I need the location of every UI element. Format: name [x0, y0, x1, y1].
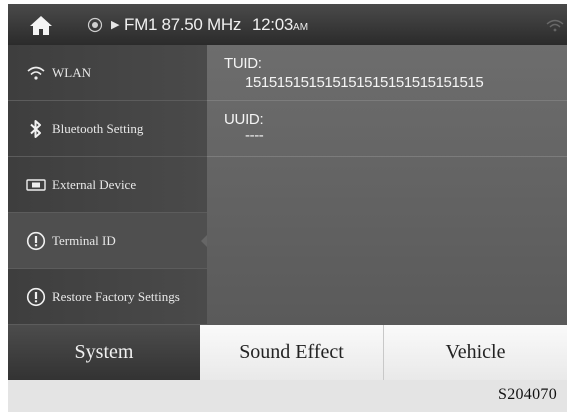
sidebar-item-bluetooth[interactable]: Bluetooth Setting — [8, 101, 207, 157]
radio-icon — [87, 17, 103, 33]
tuid-row: TUID: 151515151515151515151515151515 — [207, 45, 567, 101]
tuid-value: 151515151515151515151515151515 — [245, 74, 484, 91]
clock-time: 12:03 — [252, 15, 294, 34]
home-icon[interactable] — [28, 13, 54, 37]
settings-sidebar: WLAN Bluetooth Setting External Device T… — [8, 45, 208, 325]
signal-icon — [546, 19, 564, 32]
sidebar-item-restore-factory-settings[interactable]: Restore Factory Settings — [8, 269, 207, 325]
status-bar: ▶ FM1 87.50 MHz 12:03AM — [8, 4, 567, 45]
bottom-tab-bar: System Sound Effect Vehicle — [8, 325, 567, 380]
uuid-label: UUID: — [224, 111, 264, 128]
tuid-label: TUID: — [224, 55, 262, 72]
sidebar-item-label: Bluetooth Setting — [52, 120, 144, 136]
terminal-id-panel: TUID: 151515151515151515151515151515 UUI… — [207, 45, 567, 325]
sidebar-item-wlan[interactable]: WLAN — [8, 45, 207, 101]
play-icon: ▶ — [111, 19, 120, 31]
sidebar-item-label: WLAN — [52, 64, 91, 80]
clock: 12:03AM — [252, 15, 308, 35]
sidebar-item-external-device[interactable]: External Device — [8, 157, 207, 213]
info-icon — [24, 230, 48, 252]
uuid-value: ---- — [245, 127, 264, 144]
tab-vehicle[interactable]: Vehicle — [384, 325, 567, 380]
sidebar-item-label: Restore Factory Settings — [52, 288, 180, 304]
bluetooth-icon — [24, 118, 48, 140]
sidebar-item-label: Terminal ID — [52, 232, 116, 248]
radio-station-text[interactable]: FM1 87.50 MHz — [124, 15, 241, 35]
head-unit-screen: ▶ FM1 87.50 MHz 12:03AM WLAN Bluetooth S… — [8, 4, 567, 380]
external-device-icon — [24, 174, 48, 196]
sidebar-item-terminal-id[interactable]: Terminal ID — [8, 213, 208, 269]
clock-ampm: AM — [293, 22, 309, 33]
wifi-icon — [24, 62, 48, 84]
figure-code: S204070 — [498, 386, 557, 403]
figure-caption-band: S204070 — [8, 380, 567, 412]
uuid-row: UUID: ---- — [207, 101, 567, 157]
info-icon — [24, 286, 48, 308]
tab-sound-effect[interactable]: Sound Effect — [200, 325, 384, 380]
sidebar-item-label: External Device — [52, 176, 137, 192]
tab-system[interactable]: System — [8, 325, 200, 380]
